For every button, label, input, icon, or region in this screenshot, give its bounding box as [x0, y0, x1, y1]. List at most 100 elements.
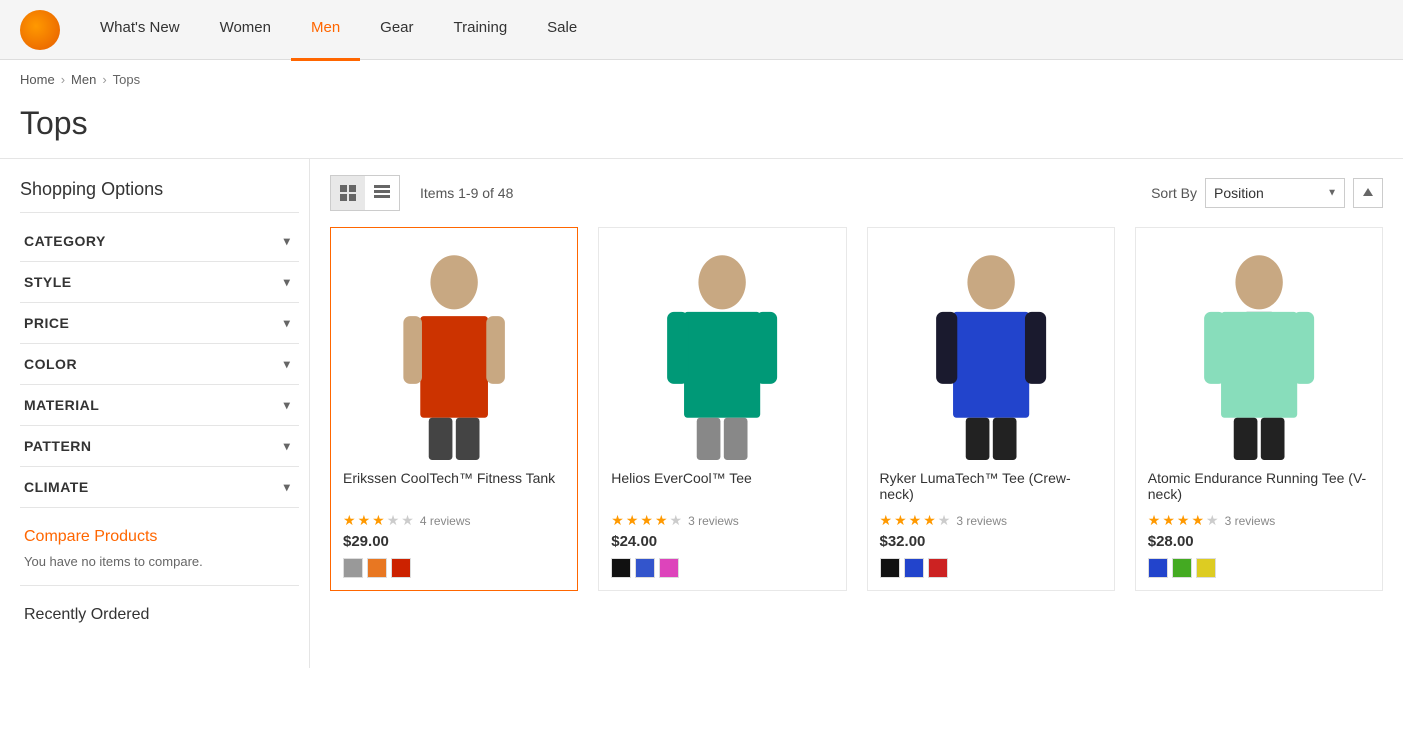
star-icon: ★	[894, 512, 907, 529]
color-swatches	[1148, 558, 1370, 578]
color-swatch[interactable]	[659, 558, 679, 578]
product-card[interactable]: Ryker LumaTech™ Tee (Crew-neck) ★★★★★ 3 …	[867, 227, 1115, 591]
product-image	[1148, 240, 1370, 460]
product-grid: Erikssen CoolTech™ Fitness Tank ★★★★★ 4 …	[330, 227, 1383, 591]
nav-item-gear[interactable]: Gear	[360, 0, 433, 61]
chevron-down-icon: ▾	[279, 315, 295, 331]
grid-view-button[interactable]	[331, 176, 365, 210]
page-title: Tops	[0, 99, 1403, 159]
color-swatch[interactable]	[635, 558, 655, 578]
filter-climate-label: CLIMATE	[24, 479, 89, 495]
toolbar: Items 1-9 of 48 Sort By Position Product…	[330, 175, 1383, 211]
product-card[interactable]: Helios EverCool™ Tee ★★★★★ 3 reviews $24…	[598, 227, 846, 591]
product-price: $29.00	[343, 533, 565, 550]
color-swatch[interactable]	[1196, 558, 1216, 578]
nav-item-women[interactable]: Women	[200, 0, 291, 61]
sort-area: Sort By Position Product Name Price	[1151, 178, 1383, 208]
filter-price: PRICE ▾	[20, 303, 299, 344]
review-count: 4 reviews	[420, 514, 471, 528]
filter-pattern: PATTERN ▾	[20, 426, 299, 467]
color-swatch[interactable]	[1172, 558, 1192, 578]
filter-price-label: PRICE	[24, 315, 69, 331]
star-icon: ★	[909, 512, 922, 529]
compare-products-title: Compare Products	[24, 528, 295, 546]
color-swatches	[343, 558, 565, 578]
filter-pattern-label: PATTERN	[24, 438, 92, 454]
color-swatch[interactable]	[928, 558, 948, 578]
product-image	[611, 240, 833, 460]
color-swatch[interactable]	[880, 558, 900, 578]
breadcrumb-current: Tops	[113, 72, 140, 87]
nav-link-men[interactable]: Men	[291, 0, 360, 61]
color-swatch[interactable]	[367, 558, 387, 578]
filter-category-label: CATEGORY	[24, 233, 106, 249]
filter-material: MATERIAL ▾	[20, 385, 299, 426]
color-swatches	[611, 558, 833, 578]
product-rating: ★★★★★ 3 reviews	[611, 512, 833, 529]
nav-link-women[interactable]: Women	[200, 0, 291, 58]
nav-item-training[interactable]: Training	[434, 0, 528, 61]
filter-style-label: STYLE	[24, 274, 72, 290]
nav-item-sale[interactable]: Sale	[527, 0, 597, 61]
color-swatch[interactable]	[1148, 558, 1168, 578]
product-rating: ★★★★★ 3 reviews	[880, 512, 1102, 529]
star-icon: ★	[626, 512, 639, 529]
sort-select[interactable]: Position Product Name Price	[1205, 178, 1345, 208]
review-count: 3 reviews	[956, 514, 1007, 528]
shopping-options-title: Shopping Options	[20, 179, 299, 213]
chevron-down-icon: ▾	[279, 397, 295, 413]
breadcrumb-home[interactable]: Home	[20, 72, 55, 87]
product-card[interactable]: Erikssen CoolTech™ Fitness Tank ★★★★★ 4 …	[330, 227, 578, 591]
star-icon: ★	[611, 512, 624, 529]
sort-label: Sort By	[1151, 185, 1197, 201]
compare-products-text: You have no items to compare.	[24, 554, 295, 569]
main-layout: Shopping Options CATEGORY ▾ STYLE ▾ PRIC…	[0, 159, 1403, 668]
filter-climate-header[interactable]: CLIMATE ▾	[20, 467, 299, 507]
content-area: Items 1-9 of 48 Sort By Position Product…	[310, 159, 1403, 668]
chevron-down-icon: ▾	[279, 274, 295, 290]
sort-asc-button[interactable]	[1353, 178, 1383, 208]
filter-category-header[interactable]: CATEGORY ▾	[20, 221, 299, 261]
filter-price-header[interactable]: PRICE ▾	[20, 303, 299, 343]
filter-color-header[interactable]: COLOR ▾	[20, 344, 299, 384]
product-name: Helios EverCool™ Tee	[611, 470, 833, 506]
breadcrumb-men[interactable]: Men	[71, 72, 96, 87]
filter-material-header[interactable]: MATERIAL ▾	[20, 385, 299, 425]
color-swatch[interactable]	[904, 558, 924, 578]
nav-link-sale[interactable]: Sale	[527, 0, 597, 58]
filter-style: STYLE ▾	[20, 262, 299, 303]
color-swatch[interactable]	[611, 558, 631, 578]
product-name: Ryker LumaTech™ Tee (Crew-neck)	[880, 470, 1102, 506]
nav-item-men[interactable]: Men	[291, 0, 360, 61]
star-icon: ★	[938, 512, 951, 529]
star-icon: ★	[1148, 512, 1161, 529]
review-count: 3 reviews	[688, 514, 739, 528]
nav-link-gear[interactable]: Gear	[360, 0, 433, 58]
breadcrumb-sep-2: ›	[102, 72, 106, 87]
review-count: 3 reviews	[1225, 514, 1276, 528]
star-icon: ★	[343, 512, 356, 529]
items-count: Items 1-9 of 48	[410, 185, 1141, 201]
star-icon: ★	[1206, 512, 1219, 529]
color-swatches	[880, 558, 1102, 578]
filter-style-header[interactable]: STYLE ▾	[20, 262, 299, 302]
list-view-button[interactable]	[365, 176, 399, 210]
color-swatch[interactable]	[391, 558, 411, 578]
nav-link-training[interactable]: Training	[434, 0, 528, 58]
star-icon: ★	[923, 512, 936, 529]
star-icon: ★	[1177, 512, 1190, 529]
product-card[interactable]: Atomic Endurance Running Tee (V-neck) ★★…	[1135, 227, 1383, 591]
nav-item-whats-new[interactable]: What's New	[80, 0, 200, 61]
nav-link-whats-new[interactable]: What's New	[80, 0, 200, 58]
star-icon: ★	[655, 512, 668, 529]
star-icon: ★	[1162, 512, 1175, 529]
product-image	[343, 240, 565, 460]
product-price: $24.00	[611, 533, 833, 550]
star-icon: ★	[401, 512, 414, 529]
logo[interactable]	[20, 10, 60, 50]
product-rating: ★★★★★ 3 reviews	[1148, 512, 1370, 529]
color-swatch[interactable]	[343, 558, 363, 578]
breadcrumb-sep-1: ›	[61, 72, 65, 87]
breadcrumb: Home › Men › Tops	[0, 60, 1403, 99]
filter-pattern-header[interactable]: PATTERN ▾	[20, 426, 299, 466]
